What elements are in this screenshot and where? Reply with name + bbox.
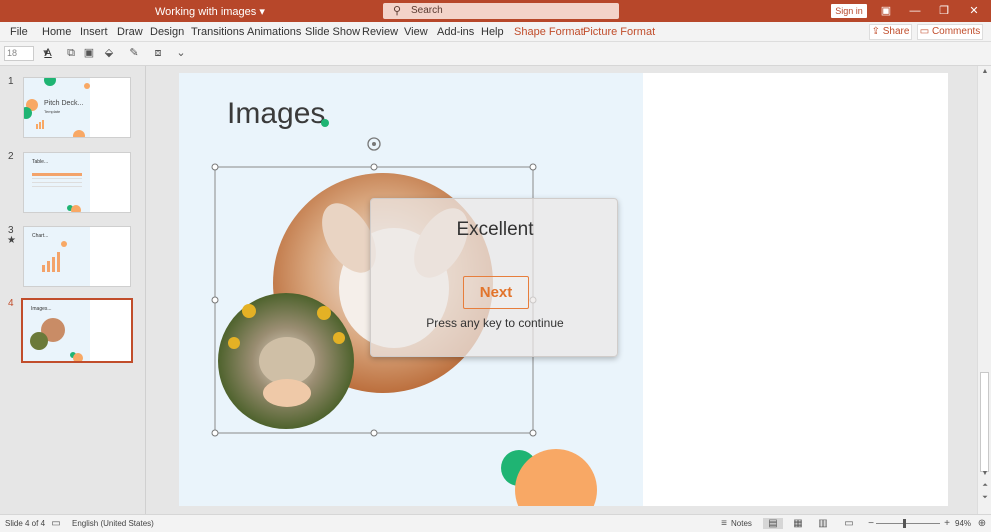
tab-picture-format[interactable]: Picture Format [583,26,655,38]
tab-slide-show[interactable]: Slide Show [305,26,360,38]
comment-icon: ▭ [919,26,930,37]
zoom-slider[interactable] [876,523,940,524]
slide-thumbnail-pane: 1 Pitch Deck... Template 2 Table... 3 ★ … [0,66,146,514]
slide-thumbnail-3[interactable]: Chart... [23,226,131,287]
tab-file[interactable]: File [10,26,28,38]
minimize-icon[interactable]: — [905,3,925,19]
normal-view-icon[interactable]: ▤ [763,518,783,529]
next-button[interactable]: Next [463,276,529,309]
accessibility-icon[interactable]: ▭ [49,518,63,529]
comments-button[interactable]: ▭ Comments [917,24,983,40]
next-slide-icon[interactable]: ⏷ [980,494,990,502]
status-bar: Slide 4 of 4 ▭ English (United States) ≡… [0,514,991,532]
language-indicator[interactable]: English (United States) [72,519,154,528]
thumb-number: 4 [8,298,14,309]
notes-icon: ≡ [721,518,727,529]
thumb-number: 1 [8,76,14,87]
search-box[interactable]: ⚲ Search [383,3,619,19]
document-title[interactable]: Working with images ▾ [155,5,265,18]
thumb-subtitle: Template [44,109,61,114]
tab-animations[interactable]: Animations [247,26,301,38]
font-size-box[interactable]: 18 [4,46,34,61]
vertical-scrollbar[interactable]: ▲ ▼ ⏶ ⏷ [977,66,991,514]
share-label: Share [882,26,910,37]
font-color-icon[interactable]: A [40,46,56,61]
arrange-icon[interactable]: ▣ [81,46,97,61]
zoom-slider-handle[interactable] [903,519,906,528]
slide-thumbnail-1[interactable]: Pitch Deck... Template [23,77,131,138]
tab-shape-format[interactable]: Shape Format [514,26,584,38]
thumb-table-graphic [32,173,82,212]
scroll-up-icon[interactable]: ▲ [980,68,990,75]
tab-design[interactable]: Design [150,26,184,38]
tab-insert[interactable]: Insert [80,26,108,38]
tab-view[interactable]: View [404,26,428,38]
fit-to-window-icon[interactable]: ⊕ [975,518,989,529]
more-commands-icon[interactable]: ⌄ [173,46,189,61]
tab-help[interactable]: Help [481,26,504,38]
shape-fill-icon[interactable]: ⬙ [101,46,117,61]
copy-format-icon[interactable]: ⧉ [63,46,79,61]
slide-sorter-icon[interactable]: ▦ [791,518,805,529]
slide-indicator: Slide 4 of 4 [5,519,46,528]
search-icon: ⚲ [393,5,402,17]
sign-in-button[interactable]: Sign in [831,4,867,18]
thumb-decoration [24,78,90,137]
slide-show-icon[interactable]: ▭ [842,518,856,529]
rotate-handle-icon[interactable] [367,137,381,151]
thumb-images-graphic [30,318,83,361]
share-icon: ⇪ [871,26,880,37]
search-placeholder: Search [411,5,443,16]
share-button[interactable]: ⇪ Share [869,24,912,40]
thumb-number: 2 [8,151,14,162]
shape-effects-icon[interactable]: ⧈ [150,46,166,61]
zoom-level[interactable]: 94% [955,519,971,528]
tab-draw[interactable]: Draw [117,26,143,38]
slide-thumbnail-4[interactable]: Images... [21,298,133,363]
thumb-title: Pitch Deck... [44,100,84,107]
scroll-down-icon[interactable]: ▼ [980,470,990,477]
tab-review[interactable]: Review [362,26,398,38]
restore-icon[interactable]: ❐ [934,3,954,19]
notes-button[interactable]: Notes [731,519,752,528]
tab-home[interactable]: Home [42,26,71,38]
previous-slide-icon[interactable]: ⏶ [980,482,990,490]
feedback-popup: Excellent Next Press any key to continue [370,198,618,357]
comments-label: Comments [931,26,981,37]
formatting-toolbar: 18 ▾ A ⧉ ▣ ⬙ ✎ ⧈ ⌄ [0,42,991,66]
close-icon[interactable]: ✕ [964,3,984,19]
shape-outline-icon[interactable]: ✎ [126,46,142,61]
zoom-in-icon[interactable]: + [940,518,954,529]
popup-hint: Press any key to continue [426,316,564,330]
title-bar: Working with images ▾ ⚲ Search Sign in ▣… [0,0,991,22]
reading-view-icon[interactable]: ▥ [816,518,830,529]
document-title-text: Working with images [155,6,257,18]
popup-heading: Excellent [456,219,534,240]
tab-add-ins[interactable]: Add-ins [437,26,474,38]
ribbon-display-options-icon[interactable]: ▣ [876,3,896,19]
slide-thumbnail-2[interactable]: Table... [23,152,131,213]
chevron-down-icon: ▾ [259,6,265,18]
tab-transitions[interactable]: Transitions [191,26,244,38]
thumb-chart-graphic [42,241,67,272]
ribbon-tabs: File Home Insert Draw Design Transitions… [0,22,991,42]
hedgehog-image[interactable] [218,293,354,429]
star-icon: ★ [7,235,16,246]
scroll-thumb[interactable] [980,372,989,472]
